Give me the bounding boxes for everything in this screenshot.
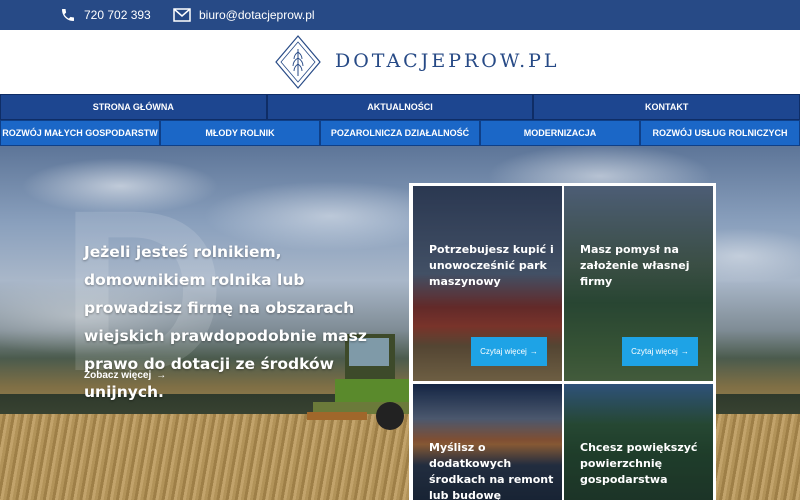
nav-item-news[interactable]: AKTUALNOŚCI [266,94,534,120]
phone-icon [62,9,74,21]
read-more-button[interactable]: Czytaj więcej → [622,337,698,366]
email-link[interactable]: biuro@dotacjeprow.pl [173,0,315,30]
nav-item-non-agricultural[interactable]: POZAROLNICZA DZIAŁALNOŚĆ [320,120,480,146]
card-title: Chcesz powiększyć powierzchnię gospodars… [580,441,698,486]
card-title: Masz pomysł na założenie własnej firmy [580,243,690,288]
arrow-right-icon: → [156,370,167,381]
card-title: Potrzebujesz kupić i unowocześnić park m… [429,243,554,288]
wheat-diamond-logo[interactable] [274,32,322,92]
phone-number: 720 702 393 [84,8,151,22]
card-renovation[interactable]: Myślisz o dodatkowych środkach na remont… [413,384,562,500]
card-farm-area[interactable]: Chcesz powiększyć powierzchnię gospodars… [564,384,713,500]
nav-item-contact[interactable]: KONTAKT [533,94,800,120]
brand-name[interactable]: DOTACJEPROW.PL [335,50,560,72]
nav-item-small-farms[interactable]: ROZWÓJ MAŁYCH GOSPODARSTW [0,120,160,146]
primary-nav: STRONA GŁÓWNA AKTUALNOŚCI KONTAKT [0,94,800,120]
secondary-nav: ROZWÓJ MAŁYCH GOSPODARSTW MŁODY ROLNIK P… [0,120,800,146]
card-machinery[interactable]: Potrzebujesz kupić i unowocześnić park m… [413,186,562,381]
see-more-label: Zobacz więcej [84,370,152,381]
header-logo-area: DOTACJEPROW.PL [0,30,800,94]
offer-cards: Potrzebujesz kupić i unowocześnić park m… [409,183,716,500]
see-more-link[interactable]: Zobacz więcej → [84,370,166,381]
arrow-right-icon: → [680,347,689,356]
contact-bar: 720 702 393 biuro@dotacjeprow.pl [0,0,800,30]
nav-item-modernization[interactable]: MODERNIZACJA [480,120,640,146]
email-address: biuro@dotacjeprow.pl [199,8,315,22]
nav-item-agri-services[interactable]: ROZWÓJ USŁUG ROLNICZYCH [640,120,800,146]
phone-link[interactable]: 720 702 393 [60,0,151,30]
nav-item-home[interactable]: STRONA GŁÓWNA [0,94,267,120]
card-title: Myślisz o dodatkowych środkach na remont… [429,441,554,500]
envelope-icon [173,8,191,22]
card-own-business[interactable]: Masz pomysł na założenie własnej firmy C… [564,186,713,381]
arrow-right-icon: → [529,347,538,356]
read-more-button[interactable]: Czytaj więcej → [471,337,547,366]
nav-item-young-farmer[interactable]: MŁODY ROLNIK [160,120,320,146]
